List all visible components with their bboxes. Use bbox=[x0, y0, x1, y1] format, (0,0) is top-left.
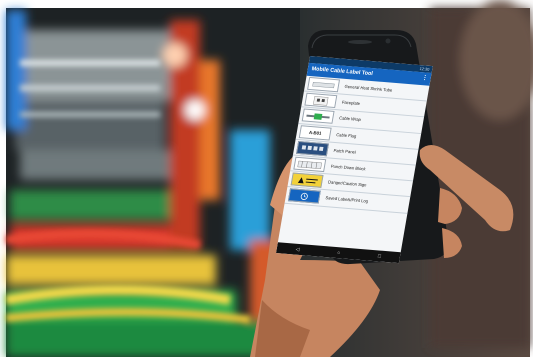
menu-item-label: Punch Down Block bbox=[330, 163, 366, 172]
app-title: Mobile Cable Label Tool bbox=[311, 66, 374, 78]
menu-item-label: Faceplate bbox=[341, 99, 361, 107]
cable-wrap-icon bbox=[301, 108, 335, 125]
menu-item-label: Cable Wrap bbox=[338, 115, 362, 123]
status-time: 12:30 bbox=[419, 66, 430, 72]
heat-shrink-tube-icon bbox=[307, 77, 341, 93]
menu-item-label: General Heat Shrink Tube bbox=[344, 83, 393, 93]
saved-labels-icon bbox=[287, 188, 321, 204]
overflow-menu-icon[interactable]: ⋮ bbox=[421, 72, 429, 85]
punch-down-block-icon bbox=[293, 156, 327, 173]
photo-scene: 12:30 Mobile Cable Label Tool ⋮ General … bbox=[0, 0, 533, 357]
menu-item-label: Patch Panel bbox=[333, 147, 357, 155]
warning-sign-icon bbox=[290, 172, 324, 189]
background-photo bbox=[0, 0, 533, 357]
recents-icon[interactable]: □ bbox=[377, 253, 381, 259]
faceplate-icon bbox=[304, 92, 338, 109]
menu-item-label: Danger/Caution Sign bbox=[327, 179, 367, 188]
cable-flag-icon: A-B01 bbox=[298, 124, 332, 141]
menu-item-label: Saved Labels/Print Log bbox=[324, 195, 369, 205]
menu-item-label: Cable Flag bbox=[335, 131, 357, 139]
home-icon[interactable]: ○ bbox=[337, 250, 341, 256]
patch-panel-icon bbox=[296, 140, 329, 157]
back-icon[interactable]: ◁ bbox=[295, 246, 300, 252]
